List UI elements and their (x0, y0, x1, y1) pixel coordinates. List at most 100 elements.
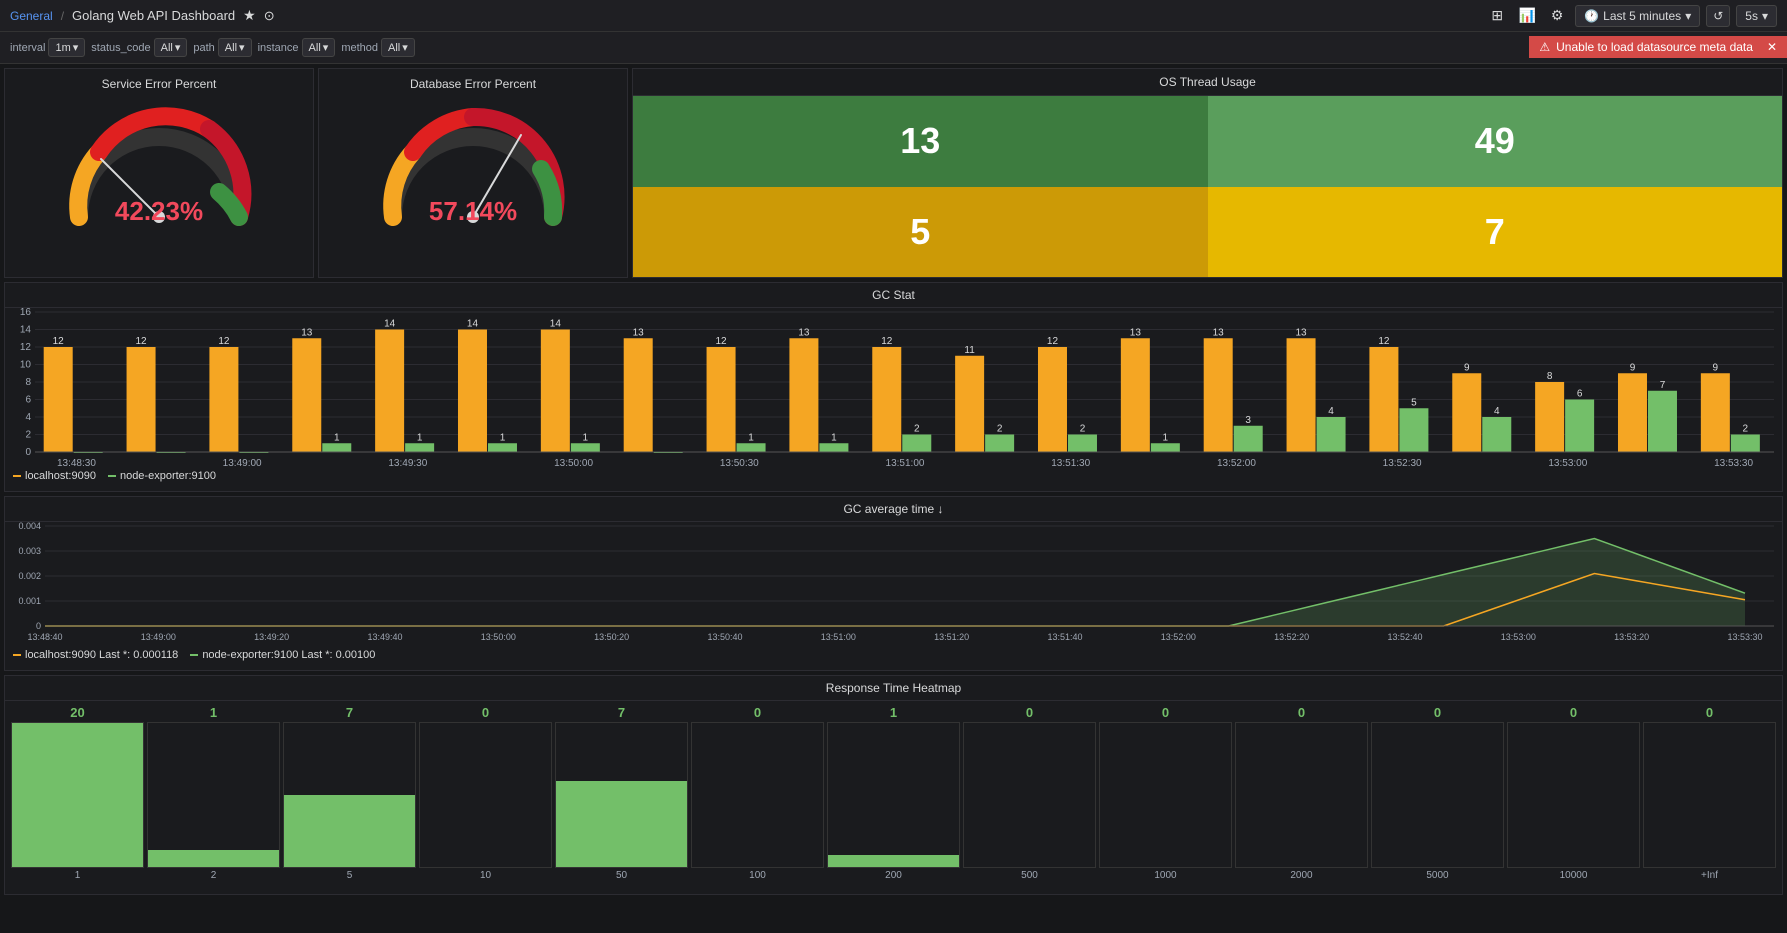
filter-method: method All ▾ (341, 38, 414, 57)
svg-text:13:50:00: 13:50:00 (554, 458, 593, 469)
svg-text:13:50:30: 13:50:30 (720, 458, 759, 469)
svg-text:9: 9 (1713, 362, 1719, 373)
filter-path-value: All (225, 42, 237, 54)
filter-instance: instance All ▾ (258, 38, 336, 57)
filter-interval-label: interval (10, 42, 45, 54)
heatmap-value-10: 0 (1434, 705, 1441, 720)
legend-dot-gc-node-exporter (190, 654, 198, 656)
heatmap-col-3: 010 (419, 705, 552, 881)
heatmap-xlabel-12: +Inf (1701, 870, 1718, 881)
svg-text:14: 14 (384, 319, 396, 330)
filter-method-label: method (341, 42, 378, 54)
os-thread-title: OS Thread Usage (633, 69, 1782, 96)
filter-status-code-value: All (161, 42, 173, 54)
gc-stat-panel: GC Stat 02468101214161213:48:30121213:49… (4, 282, 1783, 492)
svg-text:6: 6 (25, 395, 31, 406)
heatmap-fill-0 (12, 723, 143, 867)
heatmap-col-7: 0500 (963, 705, 1096, 881)
legend-gc-localhost: localhost:9090 Last *: 0.000118 (13, 649, 178, 661)
svg-text:2: 2 (1080, 424, 1086, 435)
heatmap-fill-2 (284, 795, 415, 867)
chevron-down-icon7: ▾ (402, 41, 408, 54)
settings-icon[interactable]: ⚙ (1545, 4, 1569, 28)
heatmap-value-8: 0 (1162, 705, 1169, 720)
svg-text:13:52:30: 13:52:30 (1383, 458, 1422, 469)
svg-text:8: 8 (25, 377, 31, 388)
heatmap-bar-container-5 (691, 722, 824, 868)
heatmap-xlabel-5: 100 (749, 870, 766, 881)
svg-text:4: 4 (1494, 406, 1500, 417)
legend-localhost: localhost:9090 (13, 470, 96, 482)
svg-text:13:53:30: 13:53:30 (1727, 632, 1762, 642)
svg-text:13:52:00: 13:52:00 (1161, 632, 1196, 642)
heatmap-value-0: 20 (70, 705, 84, 720)
chevron-down-icon: ▾ (1685, 9, 1691, 23)
os-cell-1: 49 (1208, 96, 1783, 187)
svg-text:13:53:20: 13:53:20 (1614, 632, 1649, 642)
heatmap-col-12: 0+Inf (1643, 705, 1776, 881)
alert-close-button[interactable]: ✕ (1767, 40, 1777, 54)
svg-text:1: 1 (583, 432, 589, 443)
filter-status-code: status_code All ▾ (91, 38, 187, 57)
os-cell-3: 7 (1208, 187, 1783, 278)
filter-interval-select[interactable]: 1m ▾ (48, 38, 85, 57)
heatmap-value-5: 0 (754, 705, 761, 720)
svg-text:1: 1 (831, 432, 837, 443)
panel-icon[interactable]: ⊞ (1485, 4, 1509, 28)
svg-text:16: 16 (20, 307, 32, 318)
svg-text:13:51:00: 13:51:00 (821, 632, 856, 642)
svg-text:13:48:40: 13:48:40 (27, 632, 62, 642)
breadcrumb-dashboard: Golang Web API Dashboard (72, 8, 235, 23)
legend-node-exporter: node-exporter:9100 (108, 470, 216, 482)
svg-text:13:50:40: 13:50:40 (707, 632, 742, 642)
filter-interval: interval 1m ▾ (10, 38, 85, 57)
legend-dot-gc-localhost (13, 654, 21, 656)
svg-text:13: 13 (798, 327, 810, 338)
heatmap-bar-container-4 (555, 722, 688, 868)
chevron-down-icon2: ▾ (1762, 9, 1768, 23)
share-icon[interactable]: ⊙ (264, 8, 275, 24)
alert-icon: ⚠ (1539, 40, 1550, 54)
svg-text:4: 4 (1328, 406, 1334, 417)
legend-dot-node-exporter (108, 475, 116, 477)
legend-label-gc-localhost: localhost:9090 Last *: 0.000118 (25, 649, 178, 661)
svg-text:14: 14 (550, 319, 562, 330)
svg-text:13:52:40: 13:52:40 (1387, 632, 1422, 642)
gc-avg-time-panel: GC average time ↓ 00.0010.0020.0030.0041… (4, 496, 1783, 671)
os-cell-0: 13 (633, 96, 1208, 187)
database-error-gauge: 57.14% (373, 97, 573, 237)
refresh-button[interactable]: ↺ (1706, 5, 1730, 27)
svg-text:1: 1 (748, 432, 754, 443)
heatmap-fill-6 (828, 855, 959, 867)
legend-gc-node-exporter: node-exporter:9100 Last *: 0.00100 (190, 649, 375, 661)
heatmap-value-4: 7 (618, 705, 625, 720)
time-range-picker[interactable]: 🕐 Last 5 minutes ▾ (1575, 5, 1700, 27)
heatmap-xlabel-6: 200 (885, 870, 902, 881)
svg-text:2: 2 (914, 424, 920, 435)
svg-text:0.002: 0.002 (18, 571, 41, 581)
heatmap-bar-container-0 (11, 722, 144, 868)
heatmap-col-0: 201 (11, 705, 144, 881)
star-icon[interactable]: ★ (243, 7, 256, 24)
filter-method-value: All (388, 42, 400, 54)
chevron-down-icon5: ▾ (239, 41, 245, 54)
svg-text:0.001: 0.001 (18, 596, 41, 606)
gc-avg-time-title: GC average time ↓ (5, 497, 1782, 522)
heatmap-panel: Response Time Heatmap 201127501075001001… (4, 675, 1783, 895)
graph-icon[interactable]: 📊 (1515, 4, 1539, 28)
svg-text:13:50:00: 13:50:00 (481, 632, 516, 642)
filter-path-label: path (193, 42, 214, 54)
svg-text:0.004: 0.004 (18, 521, 41, 531)
os-cell-2: 5 (633, 187, 1208, 278)
legend-dot-localhost (13, 475, 21, 477)
filter-status-code-select[interactable]: All ▾ (154, 38, 188, 57)
heatmap-value-3: 0 (482, 705, 489, 720)
legend-label-node-exporter: node-exporter:9100 (120, 470, 216, 482)
breadcrumb-general[interactable]: General (10, 9, 53, 23)
filter-instance-select[interactable]: All ▾ (302, 38, 336, 57)
refresh-interval[interactable]: 5s ▾ (1736, 5, 1777, 27)
filter-method-select[interactable]: All ▾ (381, 38, 415, 57)
breadcrumb-sep: / (61, 9, 64, 23)
svg-text:13: 13 (633, 327, 645, 338)
filter-path-select[interactable]: All ▾ (218, 38, 252, 57)
